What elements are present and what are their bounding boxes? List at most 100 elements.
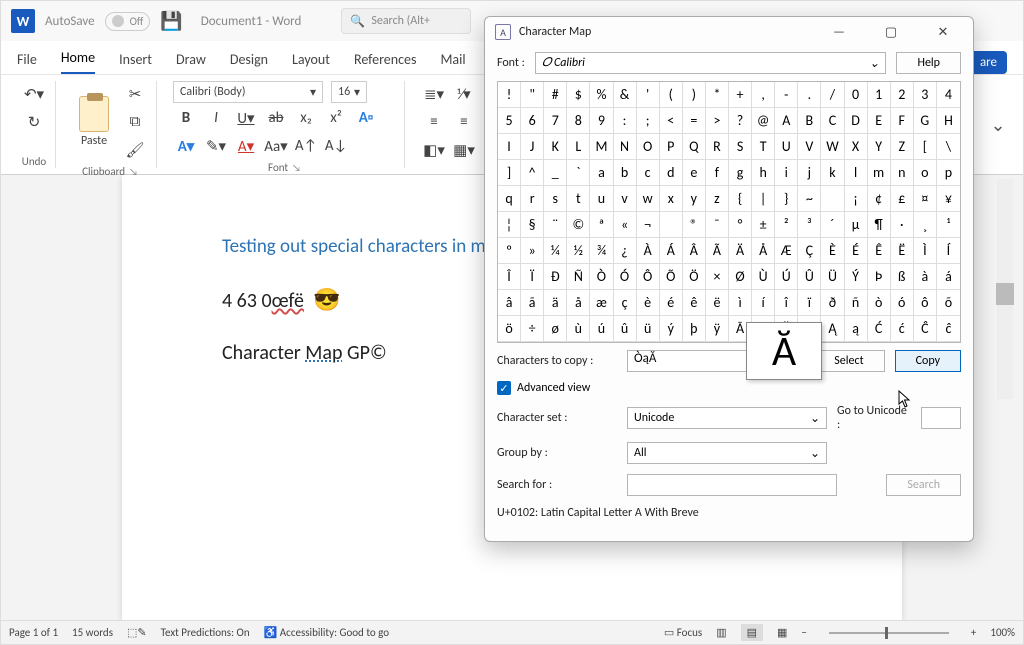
char-cell[interactable]: Ą <box>821 316 844 342</box>
char-cell[interactable]: · <box>891 212 914 238</box>
zoom-out-button[interactable]: − <box>801 626 806 639</box>
close-button[interactable]: ✕ <box>923 20 963 44</box>
web-layout-icon[interactable]: ▦ <box>777 626 787 639</box>
char-cell[interactable]: B <box>798 108 821 134</box>
italic-button[interactable]: I <box>203 105 229 131</box>
char-cell[interactable]: Ä <box>729 238 752 264</box>
char-cell[interactable]: ü <box>637 316 660 342</box>
char-cell[interactable]: 3 <box>914 82 937 108</box>
undo-button[interactable]: ↶▾ <box>21 81 47 107</box>
char-cell[interactable]: Y <box>868 134 891 160</box>
tab-layout[interactable]: Layout <box>292 45 330 74</box>
char-cell[interactable]: u <box>590 186 613 212</box>
char-cell[interactable]: Ï <box>521 264 544 290</box>
char-cell[interactable]: i <box>775 160 798 186</box>
char-cell[interactable]: Æ <box>775 238 798 264</box>
groupby-select[interactable]: All⌄ <box>627 442 827 464</box>
char-cell[interactable]: @ <box>752 108 775 134</box>
char-cell[interactable]: ] <box>498 160 521 186</box>
char-cell[interactable]: Ü <box>821 264 844 290</box>
char-cell[interactable]: " <box>521 82 544 108</box>
char-cell[interactable]: r <box>521 186 544 212</box>
char-cell[interactable]: Ú <box>775 264 798 290</box>
char-cell[interactable]: T <box>752 134 775 160</box>
redo-button[interactable]: ↻ <box>21 109 47 135</box>
char-cell[interactable]: y <box>683 186 706 212</box>
zoom-slider[interactable] <box>829 632 949 634</box>
print-layout-icon[interactable]: ▤ <box>741 624 763 641</box>
char-cell[interactable]: Õ <box>660 264 683 290</box>
shading-button[interactable]: ◧▾ <box>421 137 447 163</box>
char-cell[interactable]: ô <box>914 290 937 316</box>
char-cell[interactable]: > <box>706 108 729 134</box>
char-cell[interactable]: » <box>521 238 544 264</box>
char-cell[interactable]: z <box>706 186 729 212</box>
char-cell[interactable]: ½ <box>567 238 590 264</box>
char-cell[interactable]: ¯ <box>706 212 729 238</box>
char-cell[interactable]: + <box>729 82 752 108</box>
char-cell[interactable]: N <box>614 134 637 160</box>
align-center-button[interactable]: ≡ <box>451 109 477 135</box>
char-cell[interactable]: ' <box>637 82 660 108</box>
format-painter-button[interactable]: 🖌 <box>122 137 148 163</box>
char-cell[interactable]: c <box>637 160 660 186</box>
char-cell[interactable]: Ô <box>637 264 660 290</box>
char-cell[interactable]: M <box>590 134 613 160</box>
char-cell[interactable]: Î <box>498 264 521 290</box>
char-cell[interactable] <box>821 186 844 212</box>
save-icon[interactable]: 💾 <box>160 10 182 32</box>
strikethrough-button[interactable]: ab <box>263 105 289 131</box>
char-cell[interactable]: o <box>914 160 937 186</box>
spellcheck-icon[interactable]: ⬚✎ <box>127 626 147 639</box>
char-cell[interactable]: L <box>567 134 590 160</box>
char-cell[interactable]: & <box>614 82 637 108</box>
char-cell[interactable]: * <box>706 82 729 108</box>
char-cell[interactable]: ´ <box>821 212 844 238</box>
char-cell[interactable]: } <box>775 186 798 212</box>
char-cell[interactable]: È <box>821 238 844 264</box>
char-cell[interactable]: § <box>521 212 544 238</box>
highlight-button[interactable]: ✎▾ <box>203 133 229 159</box>
tab-design[interactable]: Design <box>230 45 268 74</box>
borders-button[interactable]: ▦▾ <box>451 137 477 163</box>
char-cell[interactable]: ï <box>798 290 821 316</box>
char-cell[interactable]: ì <box>729 290 752 316</box>
help-button[interactable]: Help <box>896 52 961 74</box>
paste-button[interactable]: Paste <box>72 96 116 148</box>
char-cell[interactable]: 4 <box>937 82 960 108</box>
char-cell[interactable]: F <box>891 108 914 134</box>
char-cell[interactable]: 9 <box>590 108 613 134</box>
char-cell[interactable]: î <box>775 290 798 316</box>
charset-select[interactable]: Unicode⌄ <box>627 407 827 429</box>
char-cell[interactable]: H <box>937 108 960 134</box>
char-cell[interactable]: ĉ <box>937 316 960 342</box>
accessibility-status[interactable]: ♿ Accessibility: Good to go <box>264 626 389 639</box>
char-cell[interactable]: g <box>729 160 752 186</box>
scroll-thumb[interactable] <box>996 283 1014 305</box>
char-cell[interactable]: t <box>567 186 590 212</box>
char-cell[interactable]: ¢ <box>868 186 891 212</box>
char-cell[interactable]: ¶ <box>868 212 891 238</box>
char-cell[interactable]: ä <box>544 290 567 316</box>
char-cell[interactable]: ¤ <box>914 186 937 212</box>
char-cell[interactable]: è <box>637 290 660 316</box>
char-cell[interactable]: Ê <box>868 238 891 264</box>
char-cell[interactable]: º <box>498 238 521 264</box>
shrink-font-button[interactable]: A↓ <box>323 133 349 159</box>
tell-me-search[interactable]: 🔍 Search (Alt+ <box>341 8 471 34</box>
char-cell[interactable]: d <box>660 160 683 186</box>
zoom-level[interactable]: 100% <box>990 626 1015 639</box>
char-cell[interactable]: s <box>544 186 567 212</box>
char-cell[interactable]: ý <box>660 316 683 342</box>
char-cell[interactable]: ¾ <box>590 238 613 264</box>
char-cell[interactable]: ¹ <box>937 212 960 238</box>
cut-button[interactable]: ✂ <box>122 81 148 107</box>
char-cell[interactable]: Ã <box>706 238 729 264</box>
font-name-select[interactable]: Calibri (Body)▾ <box>173 81 323 103</box>
char-cell[interactable]: 7 <box>544 108 567 134</box>
char-cell[interactable]: ÿ <box>706 316 729 342</box>
char-cell[interactable]: / <box>821 82 844 108</box>
char-cell[interactable]: q <box>498 186 521 212</box>
numbering-button[interactable]: ⅟▾ <box>451 81 477 107</box>
char-cell[interactable]: ć <box>891 316 914 342</box>
